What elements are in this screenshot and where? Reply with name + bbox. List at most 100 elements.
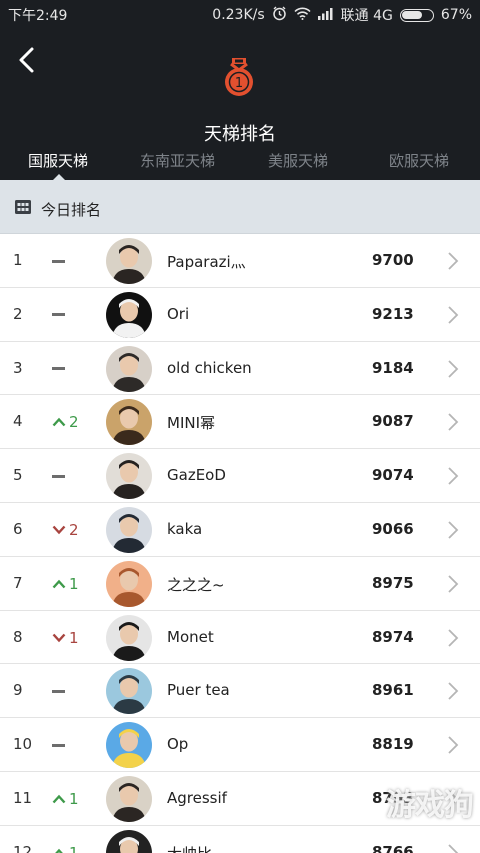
battery-icon [399, 8, 434, 22]
rank-number: 6 [13, 519, 23, 538]
no-change-icon [52, 474, 65, 478]
player-score: 8961 [372, 681, 414, 700]
rank-number: 12 [13, 842, 33, 853]
rank-change-value: 1 [69, 628, 79, 647]
tab-us-ladder[interactable]: 美服天梯 [268, 150, 328, 171]
chevron-up-icon [52, 579, 66, 589]
back-button[interactable] [14, 44, 42, 76]
avatar [106, 345, 152, 392]
grid-icon [15, 200, 31, 214]
no-change-icon [52, 743, 65, 747]
rank-change: 1 [52, 574, 79, 594]
network-speed: 0.23K/s [212, 7, 265, 23]
rank-change: 1 [52, 789, 79, 809]
chevron-up-icon [52, 794, 66, 804]
page-title: 天梯排名 [204, 124, 276, 145]
ranking-row[interactable]: 1 Paparazi灬 9700 [0, 234, 480, 288]
ranking-row[interactable]: 9 Puer tea 8961 [0, 664, 480, 719]
player-score: 8766 [372, 842, 414, 853]
status-right-group: 0.23K/s 联通 4G 67% [212, 5, 472, 25]
status-time: 下午2:49 [8, 8, 68, 24]
avatar [106, 291, 152, 338]
avatar [106, 775, 152, 822]
section-header: 今日排名 [0, 180, 480, 234]
rank-number: 5 [13, 466, 23, 485]
ranking-row[interactable]: 2 Ori 9213 [0, 287, 480, 342]
player-name: 大帅比 [167, 843, 212, 853]
medal-number: 1 [235, 76, 243, 91]
rank-change: 1 [52, 843, 79, 853]
medal-icon: 1 [221, 58, 257, 98]
avatar [106, 668, 152, 715]
player-score: 9087 [372, 412, 414, 431]
rank-change: 2 [52, 412, 79, 432]
ranking-list: 1 Paparazi灬 9700 2 Ori 9213 3 old chicken 9184 4 2… [0, 234, 480, 853]
chevron-right-icon [448, 682, 459, 701]
chevron-right-icon [448, 521, 459, 539]
chevron-right-icon [448, 575, 459, 593]
rank-change: 2 [52, 520, 79, 540]
rank-number: 7 [13, 573, 23, 592]
ranking-row[interactable]: 6 2 kaka 9066 [0, 502, 480, 557]
chevron-right-icon [448, 628, 459, 647]
player-name: old chicken [167, 358, 252, 377]
rank-change-value: 2 [69, 413, 79, 432]
chevron-right-icon [448, 844, 459, 853]
player-name: Agressif [167, 788, 227, 807]
alarm-icon [272, 6, 287, 25]
player-score: 8975 [372, 573, 414, 592]
player-name: 之之之~ [167, 575, 225, 594]
battery-fill [402, 11, 422, 19]
rank-number: 8 [13, 627, 23, 646]
ranking-row[interactable]: 12 1 大帅比 8766 [0, 825, 480, 853]
status-bar: 下午2:49 0.23K/s 联通 4G 67% [0, 0, 480, 28]
player-name: Ori [167, 304, 190, 323]
ranking-row[interactable]: 7 1 之之之~ 8975 [0, 556, 480, 611]
tab-sea-ladder[interactable]: 东南亚天梯 [140, 150, 215, 171]
chevron-up-icon [54, 848, 64, 853]
player-score: 9074 [372, 466, 414, 485]
avatar [106, 399, 152, 446]
tab-eu-ladder[interactable]: 欧服天梯 [389, 150, 449, 171]
player-name: MINI幂 [167, 414, 216, 433]
player-name: GazEoD [167, 466, 226, 485]
player-score: 9700 [372, 251, 414, 269]
chevron-up-icon [52, 418, 66, 427]
no-change-icon [52, 689, 65, 693]
no-change-icon [52, 259, 65, 263]
player-score: 8974 [372, 627, 414, 646]
header: 1 天梯排名 国服天梯 东南亚天梯 美服天梯 欧服天梯 [0, 28, 480, 181]
chevron-right-icon [448, 467, 459, 485]
player-name: Op [167, 735, 189, 754]
ranking-row[interactable]: 5 GazEoD 9074 [0, 449, 480, 503]
rank-change [52, 251, 65, 271]
ranking-row[interactable]: 3 old chicken 9184 [0, 341, 480, 396]
rank-change [52, 735, 65, 755]
rank-change [52, 466, 65, 486]
player-score: 9066 [372, 519, 414, 538]
rank-number: 9 [13, 681, 23, 700]
chevron-down-icon [52, 633, 66, 642]
chevron-down-icon [52, 525, 66, 535]
rank-change [52, 305, 65, 325]
ranking-row[interactable]: 8 1 Monet 8974 [0, 610, 480, 665]
player-name: Puer tea [167, 681, 230, 700]
chevron-left-icon [19, 47, 34, 73]
region-tabs: 国服天梯 东南亚天梯 美服天梯 欧服天梯 [0, 148, 480, 180]
rank-change-value: 1 [69, 843, 79, 853]
rank-change: 1 [52, 628, 79, 648]
rank-change-value: 2 [69, 520, 79, 539]
ranking-row[interactable]: 4 2 MINI幂 9087 [0, 395, 480, 450]
tab-cn-ladder[interactable]: 国服天梯 [28, 150, 88, 171]
player-score: 9184 [372, 358, 414, 377]
ranking-row[interactable]: 10 Op 8819 [0, 718, 480, 772]
rank-change [52, 359, 65, 379]
player-name: Monet [167, 627, 214, 646]
avatar [106, 453, 152, 500]
avatar [106, 560, 152, 607]
rank-number: 4 [13, 412, 23, 431]
no-change-icon [52, 367, 65, 371]
rank-change-value: 1 [69, 574, 79, 593]
carrier-label: 联通 4G [340, 8, 393, 24]
chevron-right-icon [448, 413, 459, 432]
